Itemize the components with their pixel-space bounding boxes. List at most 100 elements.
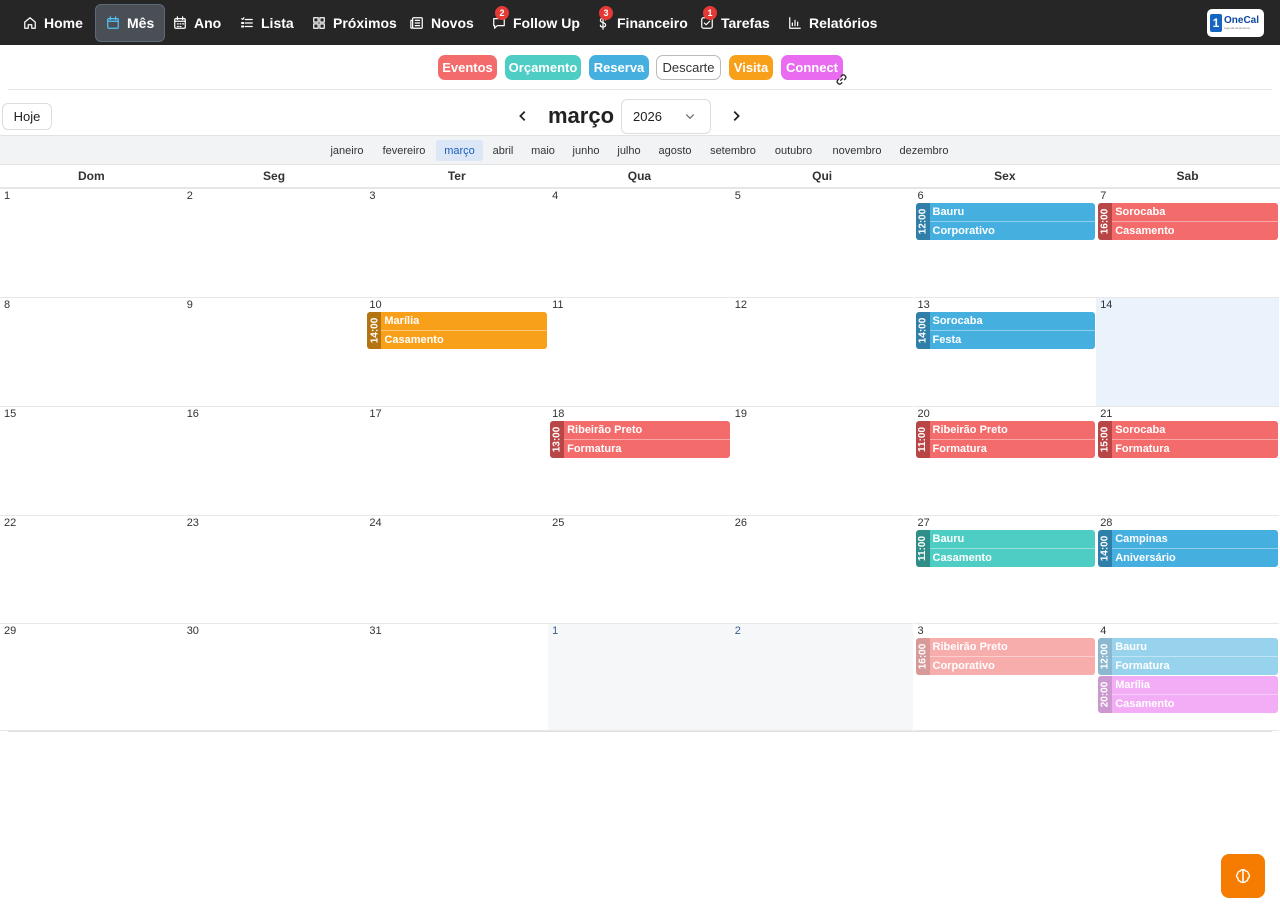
event-city: Marília	[1115, 679, 1151, 691]
event-city: Bauru	[932, 206, 965, 218]
nav-item-tarefas[interactable]: Tarefas 1	[690, 4, 780, 42]
event-card[interactable]: 20:00 Marília Casamento	[1098, 676, 1278, 713]
month-tab-fevereiro[interactable]: fevereiro	[374, 140, 434, 161]
day-cell[interactable]: 2	[182, 189, 366, 298]
month-tab-dezembro[interactable]: dezembro	[892, 140, 956, 161]
day-cell[interactable]: 1	[0, 189, 183, 298]
nav-item-label: Ano	[194, 15, 222, 31]
day-cell[interactable]: 2	[730, 624, 914, 731]
day-cell[interactable]: 22	[0, 516, 183, 624]
link-icon[interactable]	[835, 73, 848, 86]
nav-item-próximos[interactable]: Próximos	[302, 4, 407, 42]
nav-item-relatórios[interactable]: Relatórios	[778, 4, 887, 42]
event-time: 15:00	[1098, 421, 1113, 458]
day-cell[interactable]: 23	[182, 516, 366, 624]
nav-item-label: Financeiro	[617, 15, 688, 31]
prev-month-button[interactable]	[513, 106, 533, 126]
event-time: 14:00	[367, 312, 382, 349]
month-tab-outubro[interactable]: outubro	[767, 140, 820, 161]
day-cell[interactable]: 17	[365, 407, 549, 516]
nav-item-label: Follow Up	[513, 15, 580, 31]
calendar-grid-icon	[174, 16, 186, 29]
nav-item-ano[interactable]: Ano	[163, 4, 231, 42]
month-tab-março[interactable]: março	[436, 140, 483, 161]
nav-item-lista[interactable]: Lista	[230, 4, 304, 42]
day-cell[interactable]: 25	[548, 516, 731, 624]
nav-item-home[interactable]: Home	[13, 4, 93, 42]
event-time: 13:00	[550, 421, 565, 458]
assistant-fab[interactable]	[1221, 854, 1265, 898]
filter-chip-connect[interactable]: Connect	[781, 55, 843, 80]
filter-chip-reserva[interactable]: Reserva	[589, 55, 649, 80]
event-type: Aniversário	[1112, 548, 1278, 566]
year-select[interactable]: 2026	[621, 99, 711, 134]
day-cell[interactable]: 19	[730, 407, 914, 516]
day-cell[interactable]: 30	[182, 624, 366, 731]
day-cell[interactable]: 4	[548, 189, 731, 298]
calendar-icon	[107, 16, 119, 29]
day-number: 17	[369, 408, 382, 420]
day-number: 5	[734, 190, 741, 202]
event-card[interactable]: 14:00 Campinas Aniversário	[1098, 530, 1278, 567]
day-cell[interactable]: 31	[365, 624, 549, 731]
event-card[interactable]: 13:00 Ribeirão Preto Formatura	[550, 421, 730, 458]
divider	[8, 89, 1272, 90]
day-cell[interactable]: 8	[0, 298, 183, 407]
event-card[interactable]: 14:00 Marília Casamento	[367, 312, 548, 349]
nav-item-label: Home	[44, 15, 83, 31]
event-city: Campinas	[1115, 533, 1168, 545]
day-cell[interactable]: 11	[548, 298, 731, 407]
day-number: 14	[1100, 299, 1113, 311]
event-card[interactable]: 16:00 Ribeirão Preto Corporativo	[915, 638, 1096, 675]
event-card[interactable]: 14:00 Sorocaba Festa	[915, 312, 1096, 349]
event-city: Sorocaba	[932, 315, 983, 327]
day-cell[interactable]: 26	[730, 516, 914, 624]
event-card[interactable]: 15:00 Sorocaba Formatura	[1098, 421, 1278, 458]
day-cell[interactable]: 15	[0, 407, 183, 516]
nav-item-follow-up[interactable]: Follow Up 2	[482, 4, 590, 42]
filter-chips: Eventos Orçamento Reserva Descarte Visita Con…	[0, 55, 1280, 81]
day-cell[interactable]: 1	[548, 624, 731, 731]
event-card[interactable]: 11:00 Ribeirão Preto Formatura	[915, 421, 1096, 458]
month-tab-abril[interactable]: abril	[485, 140, 521, 161]
event-city: Ribeirão Preto	[932, 424, 1008, 436]
nav-item-financeiro[interactable]: Financeiro 3	[586, 4, 698, 42]
day-cell[interactable]: 14	[1096, 298, 1279, 407]
month-tab-setembro[interactable]: setembro	[701, 140, 765, 161]
brain-icon	[1235, 869, 1251, 884]
day-cell[interactable]: 12	[730, 298, 914, 407]
day-cell[interactable]: 24	[365, 516, 549, 624]
filter-chip-oramento[interactable]: Orçamento	[505, 55, 581, 80]
filter-chip-eventos[interactable]: Eventos	[438, 55, 497, 80]
today-button[interactable]: Hoje	[2, 103, 52, 130]
nav-item-mês[interactable]: Mês	[95, 4, 166, 42]
event-card[interactable]: 12:00 Bauru Formatura	[1098, 638, 1278, 675]
event-card[interactable]: 12:00 Bauru Corporativo	[915, 203, 1096, 240]
month-tab-junho[interactable]: junho	[564, 140, 608, 161]
day-cell[interactable]: 5	[730, 189, 914, 298]
filter-chip-descarte[interactable]: Descarte	[656, 55, 721, 80]
next-month-button[interactable]	[726, 106, 746, 126]
day-cell[interactable]: 3	[365, 189, 549, 298]
month-tab-maio[interactable]: maio	[525, 140, 561, 161]
day-number: 3	[369, 190, 376, 202]
month-tab-novembro[interactable]: novembro	[824, 140, 890, 161]
grid-icon	[313, 17, 325, 29]
notification-badge: 2	[495, 6, 509, 20]
event-card[interactable]: 16:00 Sorocaba Casamento	[1098, 203, 1278, 240]
event-card[interactable]: 11:00 Bauru Casamento	[915, 530, 1096, 567]
day-cell[interactable]: 16	[182, 407, 366, 516]
filter-chip-visita[interactable]: Visita	[729, 55, 773, 80]
day-cell[interactable]: 29	[0, 624, 183, 731]
event-time: 14:00	[915, 312, 930, 349]
day-cell[interactable]: 9	[182, 298, 366, 407]
month-tab-julho[interactable]: julho	[610, 140, 648, 161]
month-tab-janeiro[interactable]: janeiro	[322, 140, 372, 161]
event-city: Marília	[384, 315, 420, 327]
event-type: Formatura	[564, 439, 730, 457]
event-time: 16:00	[1098, 203, 1113, 240]
event-type: Formatura	[929, 439, 1096, 457]
month-tab-agosto[interactable]: agosto	[650, 140, 700, 161]
event-city: Ribeirão Preto	[567, 424, 643, 436]
nav-item-novos[interactable]: Novos	[400, 4, 484, 42]
